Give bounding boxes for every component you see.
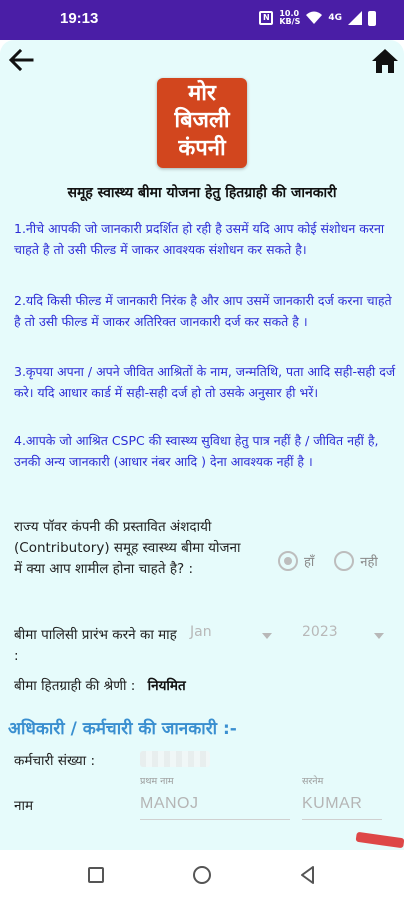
- chevron-down-icon: [374, 633, 384, 639]
- company-logo: मोर बिजली कंपनी: [157, 78, 247, 168]
- year-value: 2023: [302, 624, 338, 640]
- signal-icon: [348, 11, 362, 25]
- category-value: नियमित: [147, 678, 186, 694]
- top-bar: [0, 40, 404, 80]
- category-label: बीमा हितग्राही की श्रेणी :: [14, 678, 136, 694]
- system-nav-bar: [0, 850, 404, 900]
- scheme-radio-group: हाँ नही: [278, 551, 390, 571]
- instruction-note: 1.नीचे आपकी जो जानकारी प्रदर्शित हो रही …: [14, 221, 385, 257]
- radio-no-label: नही: [360, 555, 378, 570]
- radio-yes-circle[interactable]: [278, 551, 298, 571]
- recents-button[interactable]: [84, 863, 108, 887]
- wifi-icon: [306, 11, 323, 24]
- radio-yes[interactable]: हाँ: [278, 551, 326, 571]
- back-button[interactable]: [6, 44, 38, 76]
- status-icons: N 10.0 KB/S 4G: [259, 10, 376, 26]
- first-name-hint: प्रथम नाम: [140, 776, 174, 787]
- logo-line-1: मोर: [188, 81, 216, 106]
- status-bar: 19:13 N 10.0 KB/S 4G: [0, 0, 404, 40]
- month-dropdown[interactable]: Jan: [190, 624, 276, 652]
- name-label: नाम: [14, 798, 34, 814]
- home-system-button[interactable]: [190, 863, 214, 887]
- employee-number-value: [140, 751, 210, 767]
- scroll-edge-marker: [355, 831, 404, 849]
- battery-icon: [368, 10, 376, 26]
- scheme-question-label: राज्य पॉवर कंपनी की प्रस्तावित अंशदायी (…: [14, 519, 241, 577]
- instruction-note: 4.आपके जो आश्रित CSPC की स्वास्थ्य सुविध…: [14, 433, 379, 469]
- logo-line-2: बिजली: [174, 108, 230, 133]
- recents-icon: [88, 867, 104, 883]
- instruction-note: 2.यदि किसी फील्ड में जानकारी निरंक है और…: [14, 293, 392, 329]
- radio-yes-label: हाँ: [304, 555, 315, 570]
- category-row: बीमा हितग्राही की श्रेणी : नियमित: [14, 676, 186, 694]
- policy-month-label: बीमा पालिसी प्रारंभ करने का माह :: [14, 627, 177, 664]
- first-name-input[interactable]: MANOJ: [140, 795, 290, 820]
- page-title: समूह स्वास्थ्य बीमा योजना हेतु हितग्राही…: [67, 185, 337, 201]
- home-circle-icon: [193, 866, 211, 884]
- year-dropdown[interactable]: 2023: [302, 624, 388, 652]
- back-triangle-icon: [301, 866, 314, 884]
- last-name-input[interactable]: KUMAR: [302, 795, 382, 820]
- back-system-button[interactable]: [296, 863, 320, 887]
- app-screen: मोर बिजली कंपनी समूह स्वास्थ्य बीमा योजन…: [0, 40, 404, 850]
- instruction-note: 3.कृपया अपना / अपने जीवित आश्रितों के ना…: [14, 364, 396, 400]
- network-speed: 10.0 KB/S: [279, 9, 301, 26]
- radio-no-circle[interactable]: [334, 551, 355, 571]
- month-value: Jan: [190, 624, 212, 640]
- status-time: 19:13: [60, 10, 99, 27]
- logo-line-3: कंपनी: [178, 136, 226, 161]
- radio-no[interactable]: नही: [334, 551, 390, 571]
- last-name-hint: सरनेम: [302, 776, 324, 787]
- home-button[interactable]: [370, 46, 400, 76]
- arrow-left-icon: [8, 48, 34, 72]
- employee-number-label: कर्मचारी संख्या :: [14, 753, 96, 769]
- home-icon: [372, 49, 398, 73]
- signal-label: 4G: [328, 13, 342, 23]
- employee-section-heading: अधिकारी / कर्मचारी की जानकारी :-: [8, 719, 237, 739]
- chevron-down-icon: [262, 633, 272, 639]
- nfc-icon: N: [259, 11, 274, 25]
